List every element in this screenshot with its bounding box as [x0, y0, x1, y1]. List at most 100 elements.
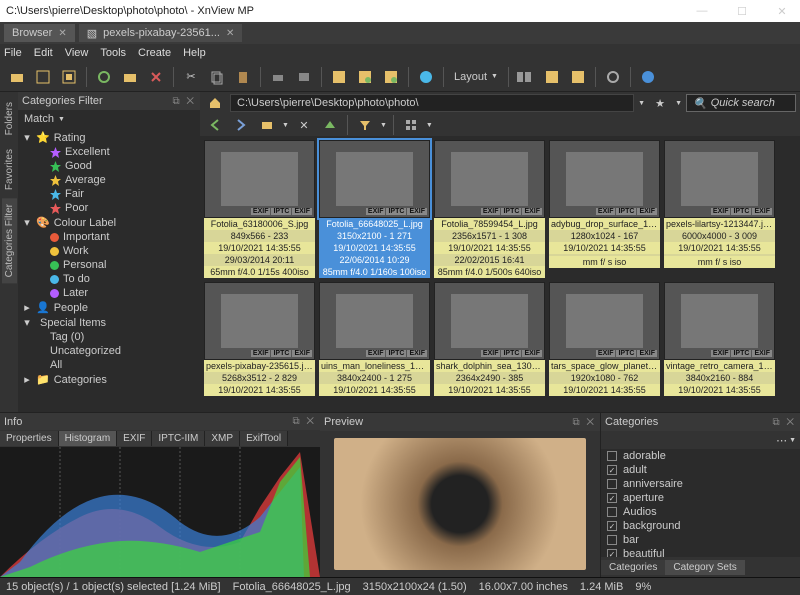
- chevron-down-icon[interactable]: ▼: [675, 100, 682, 107]
- settings-icon[interactable]: [602, 66, 624, 88]
- more-icon[interactable]: ⋯: [776, 434, 787, 447]
- thumbnail-card[interactable]: EXIFIPTCEXIF uins_man_loneliness_12427..…: [319, 282, 430, 396]
- zoom-fit-icon[interactable]: [32, 66, 54, 88]
- tree-special-item[interactable]: All: [18, 358, 200, 372]
- checkbox[interactable]: [607, 535, 617, 545]
- cut-icon[interactable]: ✂: [180, 66, 202, 88]
- convert-icon[interactable]: [328, 66, 350, 88]
- tree-colour-item[interactable]: Work: [18, 244, 200, 258]
- thumbnail-image[interactable]: EXIFIPTCEXIF: [549, 282, 660, 360]
- thumb-size-icon[interactable]: [515, 66, 537, 88]
- checkbox[interactable]: ✓: [607, 549, 617, 557]
- print-icon[interactable]: [267, 66, 289, 88]
- thumbnail-card[interactable]: EXIFIPTCEXIF adybug_drop_surface_1062...…: [549, 140, 660, 278]
- thumbnail-card[interactable]: EXIFIPTCEXIF vintage_retro_camera_1265..…: [664, 282, 775, 396]
- category-item[interactable]: ✓adult: [601, 463, 800, 477]
- copy-icon[interactable]: [206, 66, 228, 88]
- tree-rating-item[interactable]: Excellent: [18, 145, 200, 159]
- thumbnail-image[interactable]: EXIFIPTCEXIF: [204, 282, 315, 360]
- category-item[interactable]: anniversaire: [601, 477, 800, 491]
- thumbnail-card[interactable]: EXIFIPTCEXIF pexels-pixabay-235615.jpg52…: [204, 282, 315, 396]
- tree-categories-header[interactable]: ▸📁Categories: [18, 372, 200, 387]
- folder-icon[interactable]: [119, 66, 141, 88]
- menu-edit[interactable]: Edit: [34, 47, 53, 59]
- panel-controls[interactable]: ⧉ ✕: [772, 417, 796, 428]
- tree-rating-item[interactable]: Fair: [18, 187, 200, 201]
- itab-iptc[interactable]: IPTC-IIM: [152, 431, 205, 446]
- close-icon[interactable]: ✕: [58, 28, 66, 39]
- thumbnail-image[interactable]: EXIFIPTCEXIF: [549, 140, 660, 218]
- menu-file[interactable]: File: [4, 47, 22, 59]
- up-icon[interactable]: [319, 114, 341, 136]
- tree-rating-item[interactable]: Poor: [18, 201, 200, 215]
- path-input[interactable]: C:\Users\pierre\Desktop\photo\photo\: [230, 94, 634, 112]
- match-dropdown[interactable]: Match ▼: [18, 110, 200, 128]
- checkbox[interactable]: ✓: [607, 521, 617, 531]
- checkbox[interactable]: [607, 507, 617, 517]
- itab-exiftool[interactable]: ExifTool: [240, 431, 288, 446]
- checkbox[interactable]: [607, 479, 617, 489]
- itab-histogram[interactable]: Histogram: [59, 431, 118, 446]
- panel-controls[interactable]: ⧉ ✕: [572, 417, 596, 428]
- layout-dropdown[interactable]: Layout▼: [450, 71, 502, 83]
- close-icon[interactable]: ✕: [226, 28, 234, 39]
- open-icon[interactable]: [6, 66, 28, 88]
- cat-tab-sets[interactable]: Category Sets: [665, 560, 744, 575]
- folder-icon[interactable]: [256, 114, 278, 136]
- chevron-down-icon[interactable]: ▼: [282, 122, 289, 129]
- chevron-down-icon[interactable]: ▼: [380, 122, 387, 129]
- menu-tools[interactable]: Tools: [100, 47, 126, 59]
- thumbnail-card[interactable]: EXIFIPTCEXIF Fotolia_63180006_S.jpg849x5…: [204, 140, 315, 278]
- batch-icon[interactable]: [354, 66, 376, 88]
- delete-icon[interactable]: ✕: [293, 114, 315, 136]
- fullscreen-icon[interactable]: [58, 66, 80, 88]
- checkbox[interactable]: [607, 451, 617, 461]
- batch2-icon[interactable]: [380, 66, 402, 88]
- chevron-down-icon[interactable]: ▼: [426, 122, 433, 129]
- tree-special-item[interactable]: Uncategorized: [18, 344, 200, 358]
- category-item[interactable]: Audios: [601, 505, 800, 519]
- vtab-catfilter[interactable]: Categories Filter: [2, 198, 17, 283]
- tree-rating-item[interactable]: Average: [18, 173, 200, 187]
- itab-properties[interactable]: Properties: [0, 431, 59, 446]
- paste-icon[interactable]: [232, 66, 254, 88]
- viewmode-icon[interactable]: [400, 114, 422, 136]
- category-item[interactable]: adorable: [601, 449, 800, 463]
- category-item[interactable]: ✓aperture: [601, 491, 800, 505]
- checkbox[interactable]: ✓: [607, 465, 617, 475]
- tree-colour-item[interactable]: Important: [18, 230, 200, 244]
- vtab-favorites[interactable]: Favorites: [2, 143, 17, 196]
- tab-image[interactable]: ▧ pexels-pixabay-23561...✕: [79, 24, 243, 42]
- category-item[interactable]: bar: [601, 533, 800, 547]
- thumbnail-image[interactable]: EXIFIPTCEXIF: [319, 140, 430, 218]
- forward-icon[interactable]: [230, 114, 252, 136]
- maximize-button[interactable]: ☐: [730, 5, 754, 18]
- category-item[interactable]: ✓background: [601, 519, 800, 533]
- tree-colour-item[interactable]: Later: [18, 286, 200, 300]
- thumbnail-image[interactable]: EXIFIPTCEXIF: [434, 140, 545, 218]
- tree-special-item[interactable]: Tag (0): [18, 330, 200, 344]
- thumbnail-image[interactable]: EXIFIPTCEXIF: [664, 140, 775, 218]
- tree-rating-item[interactable]: Good: [18, 159, 200, 173]
- thumbnail-image[interactable]: EXIFIPTCEXIF: [434, 282, 545, 360]
- tree-colour-item[interactable]: Personal: [18, 258, 200, 272]
- close-button[interactable]: ✕: [770, 5, 794, 18]
- cat-tab-categories[interactable]: Categories: [601, 560, 665, 575]
- thumbnail-image[interactable]: EXIFIPTCEXIF: [204, 140, 315, 218]
- tree-people-header[interactable]: ▸👤People: [18, 300, 200, 315]
- vtab-folders[interactable]: Folders: [2, 96, 17, 141]
- chevron-down-icon[interactable]: ▼: [638, 100, 645, 107]
- search-input[interactable]: 🔍Quick search: [686, 94, 796, 112]
- thumbnail-card[interactable]: EXIFIPTCEXIF pexels-lilartsy-1213447.jpg…: [664, 140, 775, 278]
- thumbnail-image[interactable]: EXIFIPTCEXIF: [319, 282, 430, 360]
- delete-icon[interactable]: [145, 66, 167, 88]
- thumbnail-card[interactable]: EXIFIPTCEXIF Fotolia_66648025_L.jpg3150x…: [319, 140, 430, 278]
- thumbnail-card[interactable]: EXIFIPTCEXIF Fotolia_78599454_L.jpg2356x…: [434, 140, 545, 278]
- tree-colour-item[interactable]: To do: [18, 272, 200, 286]
- filter-icon[interactable]: [354, 114, 376, 136]
- tree-special-header[interactable]: ▾Special Items: [18, 315, 200, 330]
- menu-view[interactable]: View: [65, 47, 89, 59]
- about-icon[interactable]: [637, 66, 659, 88]
- view-icon[interactable]: [567, 66, 589, 88]
- tree-colour-header[interactable]: ▾🎨Colour Label: [18, 215, 200, 230]
